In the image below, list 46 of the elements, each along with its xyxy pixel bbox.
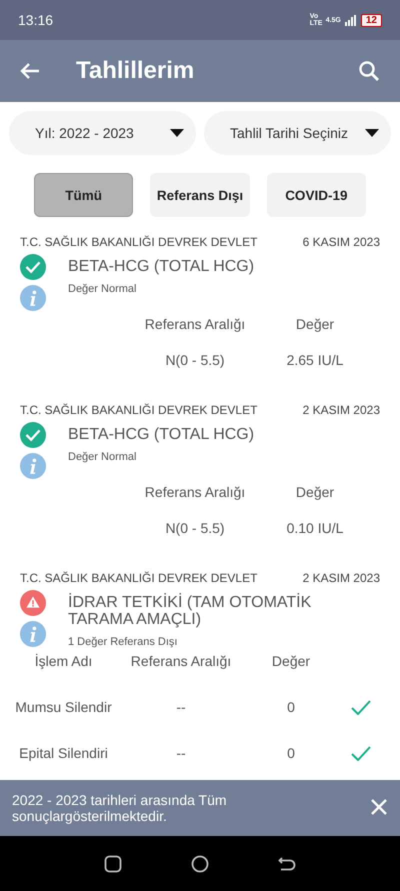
table-cell-text: -- xyxy=(175,745,187,761)
result-date: 2 KASIM 2023 xyxy=(302,571,380,585)
result-note: Değer Normal xyxy=(68,451,138,463)
table-cell-text: Epital Silendiri xyxy=(18,745,109,761)
hospital-name: T.C. SAĞLIK BAKANLIĞI DEVREK DEVLET xyxy=(20,235,258,249)
table-cell-text: N(0 - 5.5) xyxy=(164,352,226,368)
filter-chip[interactable]: Referans Dışı xyxy=(150,173,250,217)
column-header: Referans Aralığı xyxy=(130,653,232,669)
column-header: Değer xyxy=(294,484,336,500)
result-date: 6 KASIM 2023 xyxy=(302,235,380,249)
signal-icon xyxy=(344,14,357,26)
dropdown-caret-icon xyxy=(365,129,379,137)
hospital-name: T.C. SAĞLIK BAKANLIĞI DEVREK DEVLET xyxy=(20,571,258,585)
dropdown[interactable]: Yıl: 2022 - 2023 xyxy=(9,111,196,155)
snackbar-message: 2022 - 2023 tarihleri arasında Tüm sonuçlargösterilmektedir. xyxy=(12,792,228,824)
result-note: 1 Değer Referans Dışı xyxy=(68,636,178,648)
recent-apps-icon[interactable] xyxy=(104,854,122,872)
table-cell-text: 0.10 IU/L xyxy=(286,520,344,536)
battery-level: 12 xyxy=(360,14,382,26)
back-icon[interactable] xyxy=(278,856,296,872)
test-title: BETA-HCG (TOTAL HCG) xyxy=(68,426,254,443)
search-icon[interactable] xyxy=(358,60,380,82)
filter-chip[interactable]: COVID-19 xyxy=(266,173,366,217)
back-arrow-icon[interactable] xyxy=(20,62,40,80)
status-time: 13:16 xyxy=(18,12,54,28)
column-header: Değer xyxy=(270,653,312,669)
hospital-name: T.C. SAĞLIK BAKANLIĞI DEVREK DEVLET xyxy=(20,403,258,417)
dropdown[interactable]: Tahlil Tarihi Seçiniz xyxy=(204,111,391,155)
column-header: Değer xyxy=(294,316,336,332)
dropdown-caret-icon xyxy=(170,129,184,137)
table-cell-text: 0 xyxy=(286,745,296,761)
test-title: BETA-HCG (TOTAL HCG) xyxy=(68,258,254,275)
table-cell-text: 2.65 IU/L xyxy=(286,352,344,368)
test-title: İDRAR TETKİKİ (TAM OTOMATİK TARAMA AMAÇLI) xyxy=(68,594,312,628)
table-cell-text: Mumsu Silendir xyxy=(14,699,113,715)
table-cell-text: 0 xyxy=(286,699,296,715)
table-cell-text: -- xyxy=(175,699,187,715)
result-note: Değer Normal xyxy=(68,283,138,295)
column-header: İşlem Adı xyxy=(34,653,94,669)
filter-chip[interactable]: Tümü xyxy=(34,173,134,217)
table-cell-text: N(0 - 5.5) xyxy=(164,520,226,536)
column-header: Referans Aralığı xyxy=(144,316,246,332)
result-date: 2 KASIM 2023 xyxy=(302,403,380,417)
home-icon[interactable] xyxy=(190,854,209,872)
page-title: Tahlillerim xyxy=(76,57,196,85)
column-header: Referans Aralığı xyxy=(144,484,246,500)
